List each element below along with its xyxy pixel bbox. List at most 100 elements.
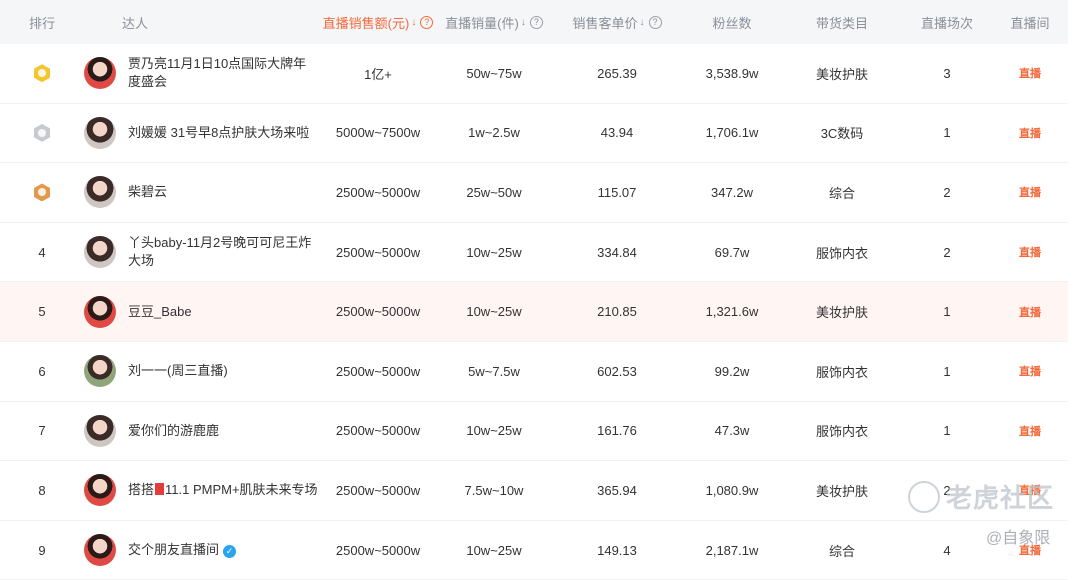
header-rank: 排行	[28, 15, 55, 31]
talent-cell[interactable]: 丫头baby-11月2号晚可可尼王炸大场	[84, 234, 320, 270]
sessions-cell: 2	[943, 244, 951, 260]
talent-name[interactable]: 贾乃亮11月1日10点国际大牌年度盛会	[128, 55, 318, 91]
volume-cell: 10w~25w	[466, 542, 522, 558]
watermark-primary: 老虎社区	[946, 483, 1055, 513]
live-room-icon[interactable]: 直播	[992, 304, 1068, 320]
volume-cell: 25w~50w	[466, 184, 522, 200]
volume-cell: 10w~25w	[466, 423, 522, 439]
header-volume-sort[interactable]: 直播销量(件) ↓ ?	[436, 13, 552, 32]
fans-cell: 1,321.6w	[705, 304, 759, 320]
talent-name-suffix: 11.1 PMPM+肌肤未来专场	[165, 482, 318, 498]
header-sessions: 直播场次	[920, 15, 973, 31]
volume-cell: 7.5w~10w	[464, 482, 524, 498]
sort-down-icon: ↓	[520, 16, 526, 28]
price-cell: 161.76	[597, 423, 637, 439]
category-cell: 服饰内衣	[815, 364, 868, 380]
price-cell: 43.94	[600, 125, 634, 141]
talent-cell[interactable]: 豆豆_Babe	[84, 295, 320, 328]
rank-cell: 8	[38, 482, 46, 498]
header-price-sort[interactable]: 销售客单价 ↓ ?	[552, 13, 682, 32]
sessions-cell: 4	[943, 542, 951, 558]
table-row[interactable]: 6 刘一一(周三直播) 2500w~5000w 5w~7.5w 602.53 9…	[0, 342, 1068, 402]
sessions-cell: 1	[943, 423, 951, 439]
avatar[interactable]	[84, 116, 116, 149]
volume-cell: 50w~75w	[466, 65, 522, 81]
live-room-icon[interactable]: 直播	[992, 423, 1068, 439]
talent-name[interactable]: 豆豆_Babe	[128, 303, 192, 321]
fans-cell: 47.3w	[714, 423, 750, 439]
avatar[interactable]	[84, 295, 116, 328]
sales-cell: 2500w~5000w	[335, 542, 421, 558]
talent-cell[interactable]: 柴碧云	[84, 176, 320, 209]
live-room-icon[interactable]: 直播	[992, 184, 1068, 200]
sales-cell: 2500w~5000w	[335, 423, 421, 439]
live-room-icon[interactable]: 直播	[992, 125, 1068, 141]
table-row[interactable]: 9 交个朋友直播间 ✓ 2500w~5000w 10w~25w 149.13 2,…	[0, 521, 1068, 580]
category-cell: 综合	[828, 185, 855, 201]
avatar[interactable]	[84, 534, 116, 567]
price-cell: 149.13	[597, 542, 637, 558]
fans-cell: 1,706.1w	[705, 125, 759, 141]
talent-name[interactable]: 刘媛媛 31号早8点护肤大场来啦	[128, 124, 309, 142]
live-room-icon[interactable]: 直播	[992, 65, 1068, 81]
watermark-logo: 老虎社区	[908, 478, 1054, 515]
rank-cell: 9	[38, 542, 46, 558]
price-cell: 602.53	[597, 363, 637, 379]
table-row[interactable]: 5 豆豆_Babe 2500w~5000w 10w~25w 210.85 1,3…	[0, 282, 1068, 342]
talent-name[interactable]: 丫头baby-11月2号晚可可尼王炸大场	[128, 234, 318, 270]
price-cell: 115.07	[597, 184, 637, 200]
table-row[interactable]: 7 爱你们的游鹿鹿 2500w~5000w 10w~25w 161.76 47.…	[0, 402, 1068, 462]
talent-cell[interactable]: 爱你们的游鹿鹿	[84, 414, 320, 447]
question-circle-icon[interactable]: ?	[529, 15, 543, 29]
category-cell: 服饰内衣	[815, 424, 868, 440]
silver-medal-icon	[34, 123, 50, 142]
header-talent: 达人	[122, 15, 149, 31]
talent-cell[interactable]: 交个朋友直播间 ✓	[84, 534, 320, 567]
sessions-cell: 3	[943, 65, 951, 81]
fans-cell: 69.7w	[714, 244, 750, 260]
volume-cell: 10w~25w	[466, 244, 522, 260]
talent-name[interactable]: 搭搭 11.1 PMPM+肌肤未来专场	[128, 481, 318, 499]
price-cell: 210.85	[597, 304, 637, 320]
sales-cell: 2500w~5000w	[335, 184, 421, 200]
red-tag-icon	[155, 483, 165, 496]
avatar[interactable]	[84, 474, 116, 507]
question-circle-icon[interactable]: ?	[420, 15, 434, 29]
talent-cell[interactable]: 刘媛媛 31号早8点护肤大场来啦	[84, 116, 320, 149]
live-room-icon[interactable]: 直播	[992, 363, 1068, 379]
talent-name[interactable]: 交个朋友直播间 ✓	[128, 541, 237, 559]
table-row[interactable]: 4 丫头baby-11月2号晚可可尼王炸大场 2500w~5000w 10w~2…	[0, 223, 1068, 283]
category-cell: 美妆护肤	[815, 66, 868, 82]
avatar[interactable]	[84, 414, 116, 447]
rank-cell: 4	[38, 244, 46, 260]
sessions-cell: 2	[943, 184, 951, 200]
avatar[interactable]	[84, 57, 116, 90]
avatar[interactable]	[84, 176, 116, 209]
talent-name[interactable]: 刘一一(周三直播)	[128, 362, 228, 380]
sales-cell: 2500w~5000w	[335, 482, 421, 498]
table-row[interactable]: 刘媛媛 31号早8点护肤大场来啦 5000w~7500w 1w~2.5w 43.…	[0, 104, 1068, 164]
avatar[interactable]	[84, 236, 116, 269]
talent-name[interactable]: 爱你们的游鹿鹿	[128, 422, 219, 440]
sales-cell: 5000w~7500w	[335, 125, 421, 141]
talent-cell[interactable]: 刘一一(周三直播)	[84, 355, 320, 388]
tiger-logo-icon	[908, 480, 940, 513]
table-row[interactable]: 贾乃亮11月1日10点国际大牌年度盛会 1亿+ 50w~75w 265.39 3…	[0, 44, 1068, 104]
talent-name-prefix: 搭搭	[128, 482, 155, 498]
sort-down-icon: ↓	[639, 16, 645, 28]
talent-cell[interactable]: 搭搭 11.1 PMPM+肌肤未来专场	[84, 474, 320, 507]
talent-cell[interactable]: 贾乃亮11月1日10点国际大牌年度盛会	[84, 55, 320, 91]
avatar[interactable]	[84, 355, 116, 388]
rank-cell: 7	[38, 423, 46, 439]
live-room-icon[interactable]: 直播	[992, 244, 1068, 260]
sales-cell: 1亿+	[364, 66, 392, 82]
table-row[interactable]: 柴碧云 2500w~5000w 25w~50w 115.07 347.2w 综合…	[0, 163, 1068, 223]
category-cell: 综合	[828, 543, 855, 559]
rank-cell	[0, 123, 84, 142]
question-circle-icon[interactable]: ?	[648, 15, 662, 29]
talent-name[interactable]: 柴碧云	[128, 183, 167, 201]
sales-cell: 2500w~5000w	[335, 244, 421, 260]
watermark-secondary: @自象限	[986, 530, 1051, 547]
header-sales-sort[interactable]: 直播销售额(元) ↓ ?	[320, 13, 436, 32]
header-room: 直播间	[1010, 15, 1050, 31]
